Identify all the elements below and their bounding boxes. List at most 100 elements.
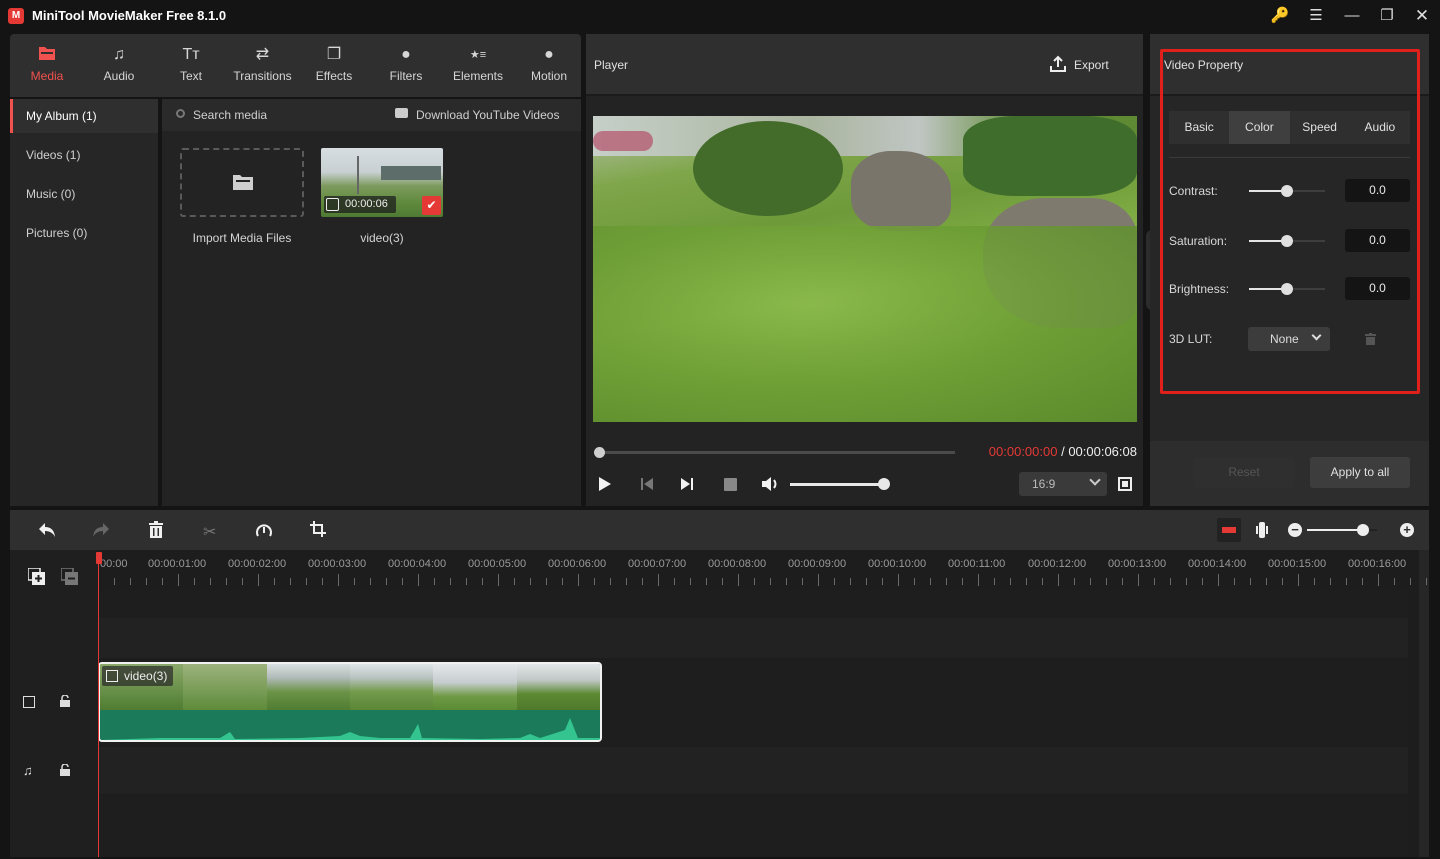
ruler-label: 00:00:02:00	[228, 558, 287, 570]
clip-label: video(3)	[102, 666, 174, 686]
ruler-label: 00:00:07:00	[628, 558, 687, 570]
tab-speed[interactable]: Speed	[1290, 111, 1350, 144]
film-icon	[326, 198, 339, 211]
lut-select[interactable]: None	[1248, 327, 1330, 351]
key-icon[interactable]: 🔑	[1268, 6, 1292, 26]
ruler-tick	[834, 578, 835, 585]
volume-knob[interactable]	[878, 478, 890, 490]
ruler-tick	[114, 578, 115, 585]
import-media-button[interactable]	[180, 148, 304, 217]
timeline-scrollbar[interactable]	[1419, 550, 1429, 857]
playhead[interactable]	[98, 552, 99, 857]
fullscreen-icon[interactable]	[1118, 477, 1132, 491]
ruler-tick	[1378, 574, 1379, 586]
ruler-tick	[1026, 578, 1027, 585]
playback-progress-knob[interactable]	[594, 447, 605, 458]
close-button[interactable]: ✕	[1410, 6, 1434, 26]
tab-elements[interactable]: ★≡ Elements	[448, 34, 508, 97]
ruler-spacer	[98, 590, 1408, 618]
empty-track	[98, 618, 1408, 658]
split-scissors-icon[interactable]: ✂	[203, 522, 216, 542]
video-clip[interactable]: video(3)	[98, 662, 602, 742]
checkmark-icon[interactable]: ✔	[422, 196, 441, 215]
sidebar-item-my-album[interactable]: My Album (1)	[10, 99, 158, 133]
media-item-video[interactable]: 00:00:06 ✔	[321, 148, 443, 217]
tab-transitions[interactable]: ⇄ Transitions	[230, 34, 295, 97]
timeline-ruler[interactable]: 00:00 00:00:01:00 00:00:02:00 00:00:03:00 00…	[98, 552, 1427, 592]
tab-text[interactable]: Tт Text	[166, 34, 216, 97]
tab-media[interactable]: Media	[22, 34, 72, 97]
volume-slider[interactable]	[790, 478, 890, 490]
playhead-handle[interactable]	[96, 552, 102, 564]
tab-label: Text	[179, 69, 202, 83]
search-input[interactable]: Search media	[193, 108, 267, 122]
tab-effects[interactable]: ❐ Effects	[309, 34, 359, 97]
next-frame-button[interactable]	[680, 477, 694, 491]
playback-progress-track[interactable]	[594, 447, 955, 458]
redo-button[interactable]	[92, 522, 110, 541]
ruler-label: 00:00:16:00	[1348, 558, 1407, 570]
download-youtube-button[interactable]: Download YouTube Videos	[416, 108, 559, 122]
contrast-knob[interactable]	[1281, 185, 1293, 197]
brightness-value[interactable]: 0.0	[1345, 277, 1410, 300]
tab-color[interactable]: Color	[1229, 111, 1290, 144]
clip-frame	[183, 664, 267, 710]
saturation-slider[interactable]	[1249, 235, 1325, 247]
saturation-value[interactable]: 0.0	[1345, 229, 1410, 252]
ruler-label: 00:00:14:00	[1188, 558, 1247, 570]
tab-filters[interactable]: ● Filters	[381, 34, 431, 97]
tab-motion[interactable]: ● Motion	[524, 34, 574, 97]
tab-audio[interactable]: Audio	[1350, 111, 1410, 144]
zoom-knob[interactable]	[1357, 524, 1369, 536]
ruler-label: 00:00:13:00	[1108, 558, 1167, 570]
contrast-slider[interactable]	[1249, 185, 1325, 197]
film-icon	[106, 670, 118, 682]
tab-basic[interactable]: Basic	[1169, 111, 1229, 144]
ruler-tick	[642, 578, 643, 585]
sidebar-item-videos[interactable]: Videos (1)	[10, 138, 158, 172]
tab-audio[interactable]: ♫ Audio	[94, 34, 144, 97]
property-title: Video Property	[1164, 58, 1244, 72]
snap-magnet-icon[interactable]	[1217, 518, 1241, 542]
clip-frame	[516, 664, 600, 710]
stop-button[interactable]	[724, 478, 737, 491]
brightness-knob[interactable]	[1281, 283, 1293, 295]
brightness-slider[interactable]	[1249, 283, 1325, 295]
ruler-tick	[1202, 578, 1203, 585]
remove-track-icon[interactable]	[60, 567, 78, 585]
aspect-ratio-select[interactable]: 16:9	[1019, 472, 1107, 496]
volume-icon[interactable]	[761, 476, 779, 492]
previous-frame-button[interactable]	[640, 477, 654, 491]
minimize-button[interactable]: —	[1340, 6, 1364, 26]
swap-arrows-icon: ⇄	[255, 46, 270, 63]
ruler-label: 00:00:12:00	[1028, 558, 1087, 570]
trash-icon[interactable]	[1365, 333, 1376, 345]
crop-icon[interactable]	[310, 521, 326, 540]
zoom-in-button[interactable]: +	[1400, 523, 1414, 537]
audio-track	[98, 747, 1408, 794]
menu-icon[interactable]: ☰	[1304, 6, 1328, 26]
saturation-knob[interactable]	[1281, 235, 1293, 247]
timeline-zoom-slider[interactable]	[1307, 524, 1377, 536]
export-button[interactable]: Export	[1074, 58, 1109, 72]
fit-timeline-icon[interactable]	[1256, 522, 1268, 538]
speed-gauge-icon[interactable]	[255, 521, 273, 542]
contrast-value[interactable]: 0.0	[1345, 179, 1410, 202]
zoom-out-button[interactable]: −	[1288, 523, 1302, 537]
reset-button[interactable]: Reset	[1194, 457, 1294, 488]
sidebar-item-pictures[interactable]: Pictures (0)	[10, 216, 158, 250]
total-time: 00:00:06:08	[1068, 444, 1137, 459]
add-track-icon[interactable]	[27, 567, 45, 585]
preview-scene-rock	[851, 151, 951, 231]
apply-to-all-button[interactable]: Apply to all	[1310, 457, 1410, 488]
maximize-button[interactable]: ❐	[1375, 6, 1399, 26]
unlock-icon[interactable]	[60, 763, 70, 776]
undo-button[interactable]	[38, 522, 56, 541]
delete-button[interactable]	[149, 521, 163, 541]
unlock-icon[interactable]	[60, 694, 70, 707]
sidebar-item-music[interactable]: Music (0)	[10, 177, 158, 211]
fullscreen-icon-inner	[1122, 481, 1128, 487]
play-button[interactable]	[598, 476, 612, 492]
ruler-tick	[530, 578, 531, 585]
video-preview[interactable]	[593, 116, 1137, 422]
